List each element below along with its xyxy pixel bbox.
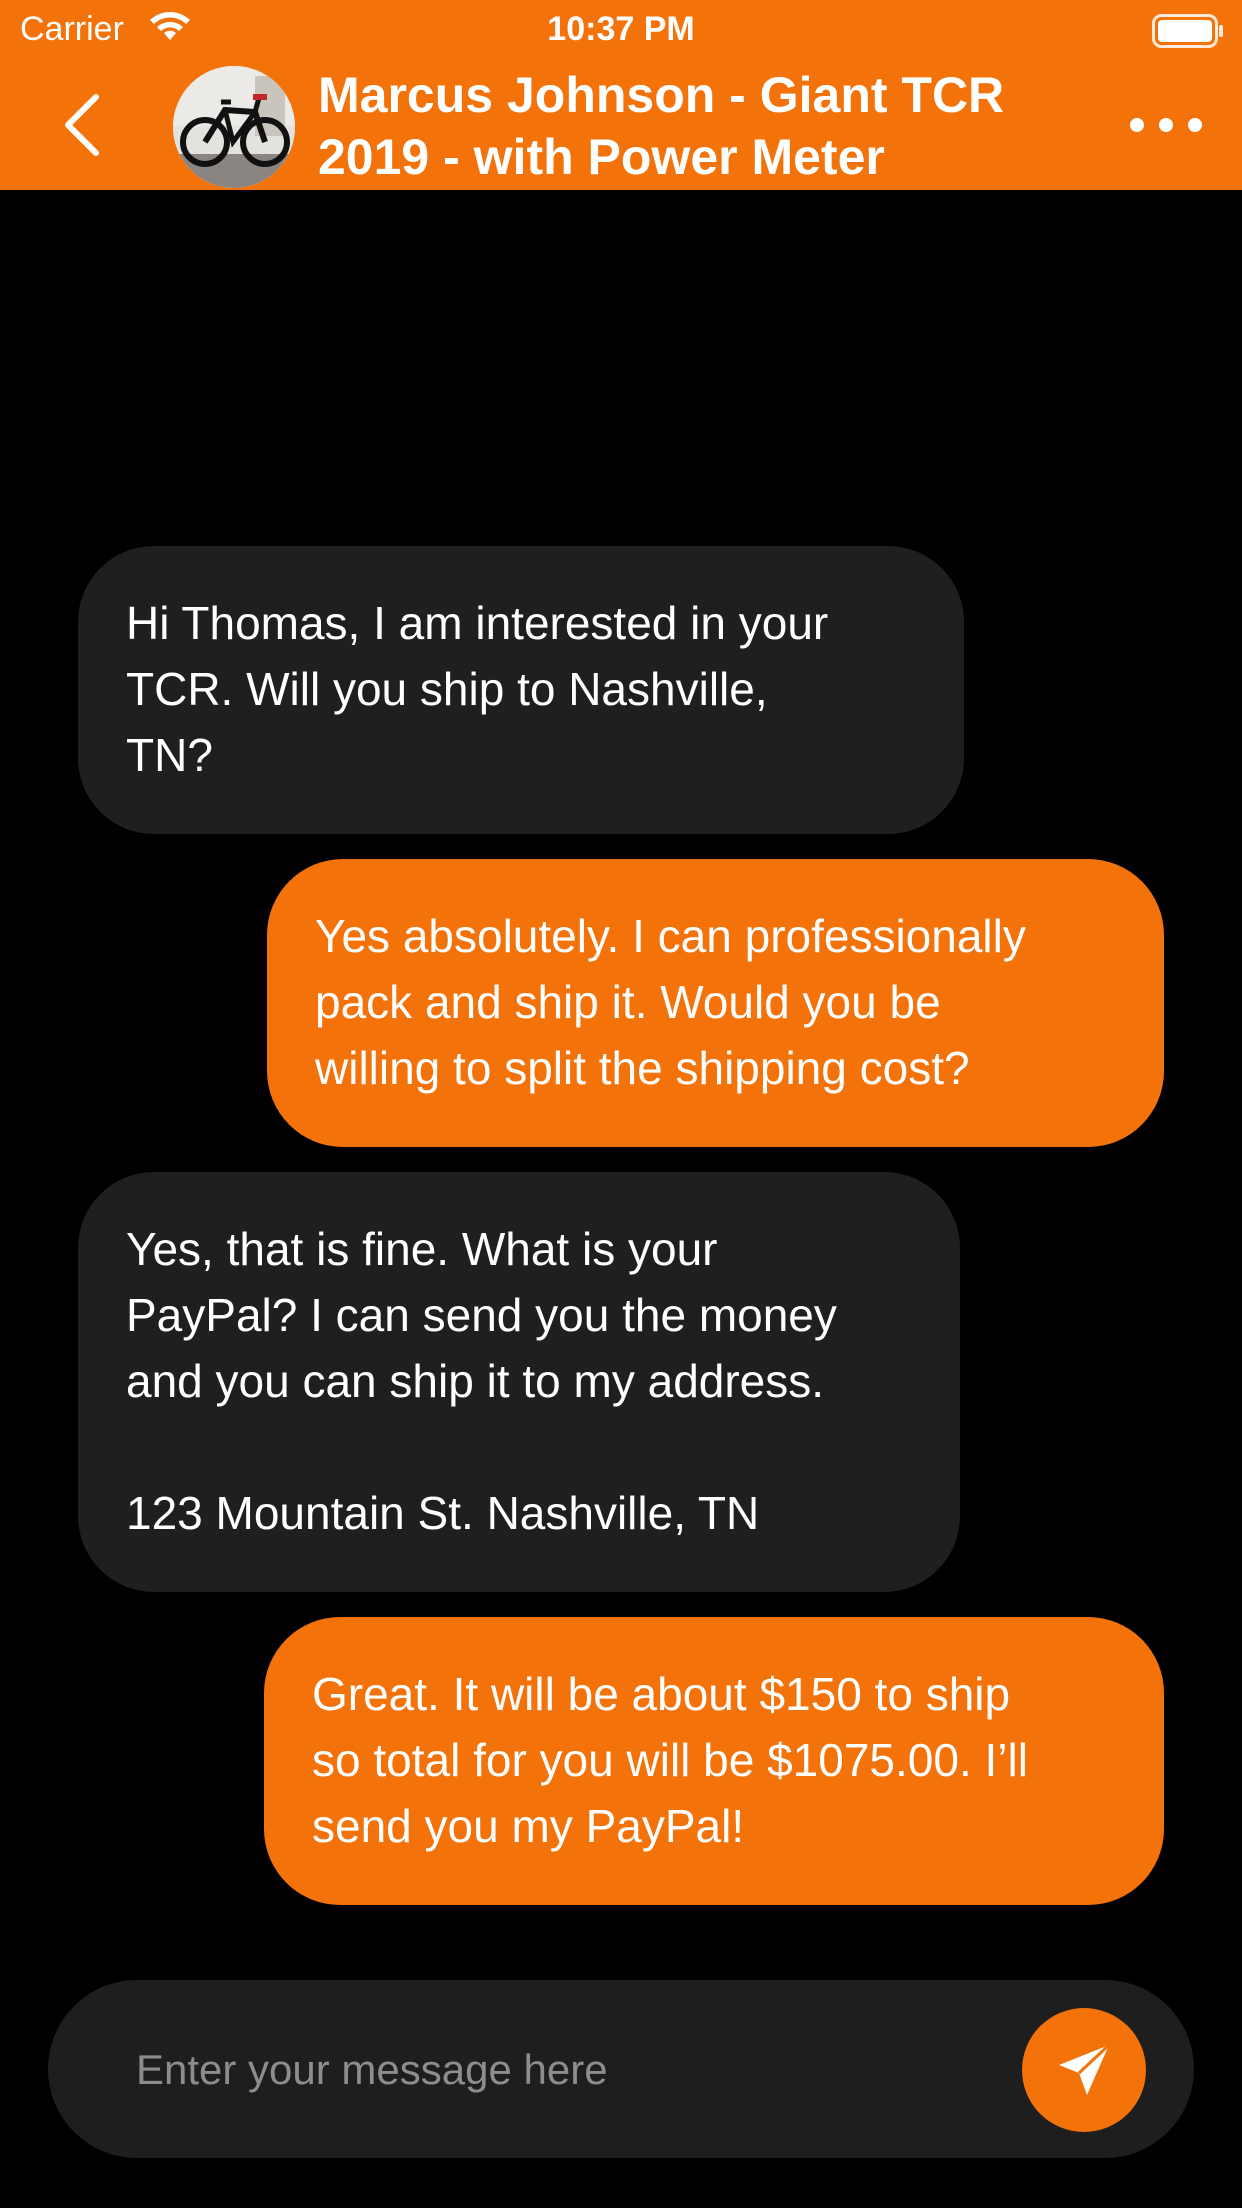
chevron-left-icon [65,94,99,156]
navigation-bar: Marcus Johnson - Giant TCR 2019 - with P… [0,60,1242,190]
listing-avatar[interactable] [173,66,295,188]
outgoing-message-bubble: Great. It will be about $150 to ship so … [264,1617,1164,1905]
ellipsis-dot [1188,118,1202,132]
conversation-title: Marcus Johnson - Giant TCR 2019 - with P… [318,67,1005,185]
incoming-message-bubble: Yes, that is fine. What is your PayPal? … [78,1172,960,1592]
message-composer [48,1980,1194,2158]
outgoing-message-bubble: Yes absolutely. I can professionally pac… [267,859,1164,1147]
incoming-message-bubble: Hi Thomas, I am interested in your TCR. … [78,546,964,834]
more-options-button[interactable] [1130,100,1202,150]
status-time: 10:37 PM [547,10,695,48]
paper-plane-icon [1059,2043,1111,2095]
send-button[interactable] [1022,2008,1146,2132]
status-bar: Carrier 10:37 PM [0,0,1242,60]
battery-icon [1152,14,1224,53]
ellipsis-dot [1130,118,1144,132]
back-button[interactable] [52,90,112,160]
app-header: Carrier 10:37 PM Marcus Johnson - Giant … [0,0,1242,190]
ellipsis-dot [1159,118,1173,132]
message-input[interactable] [134,2024,998,2116]
